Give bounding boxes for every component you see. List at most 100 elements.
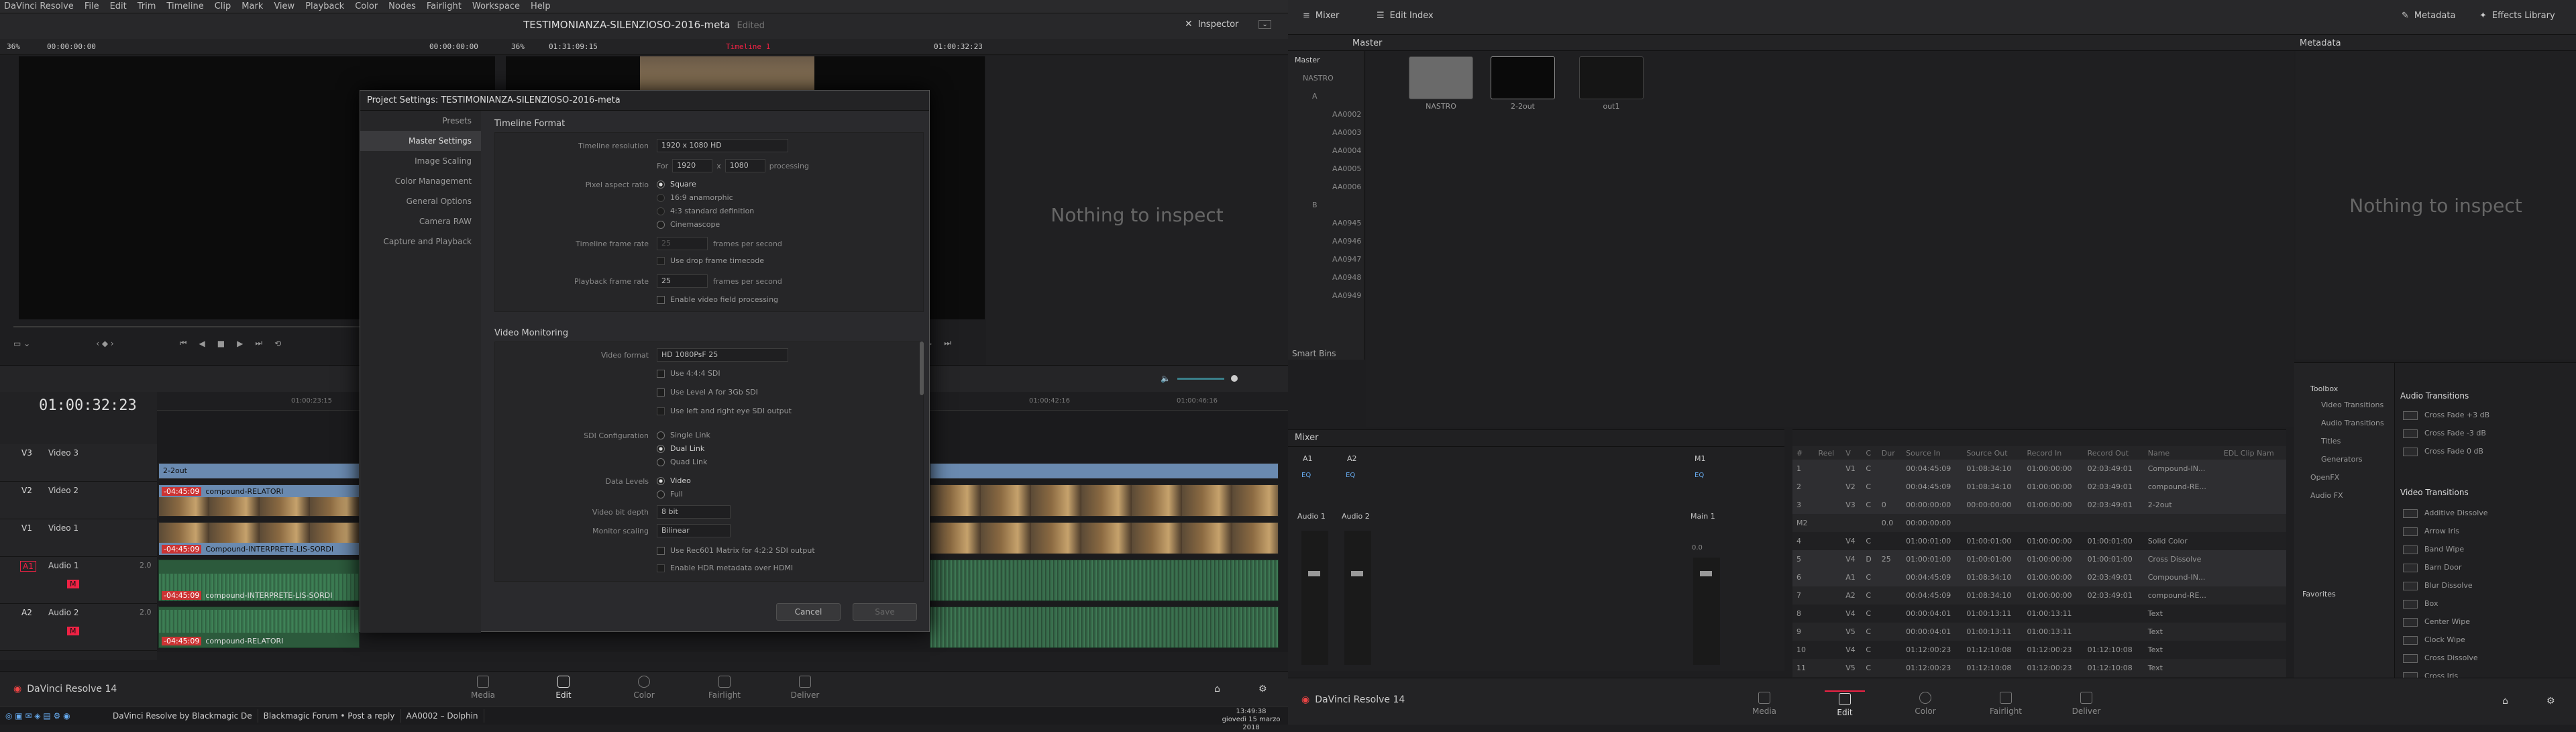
table-row[interactable]: 1 V1 C 00:04:45:09 01:08:34:10 01:00:00:00 02:…	[1792, 460, 2286, 478]
col-v[interactable]: V	[1841, 446, 1862, 460]
fx-cross-fade-plus3[interactable]: Cross Fade +3 dB	[2395, 406, 2576, 424]
bin-aa0946[interactable]: AA0946	[1288, 232, 1364, 250]
table-row[interactable]: 8 V4 C 00:00:04:01 01:00:13:11 01:00:13:11 Tex…	[1792, 605, 2286, 623]
fx-band-wipe[interactable]: Band Wipe	[2395, 540, 2576, 558]
col-number[interactable]: #	[1792, 446, 1815, 460]
clip-v3[interactable]: 2-2out	[158, 463, 360, 479]
bin-aa0005[interactable]: AA0005	[1288, 160, 1364, 178]
playback-frame-rate-select[interactable]: 25	[657, 274, 708, 288]
tab-color[interactable]: Color	[624, 676, 664, 700]
effects-library-toggle[interactable]: ✦ Effects Library	[2479, 11, 2555, 21]
sdi-quad-link[interactable]: Quad Link	[657, 456, 710, 469]
bin-b[interactable]: B	[1288, 196, 1364, 214]
menu-timeline[interactable]: Timeline	[166, 1, 203, 11]
menu-workspace[interactable]: Workspace	[472, 1, 520, 11]
pool-item-out1[interactable]: out1	[1579, 56, 1644, 111]
bin-aa0949[interactable]: AA0949	[1288, 286, 1364, 305]
clock[interactable]: 13:49:38 giovedì 15 marzo 2018	[1214, 708, 1288, 732]
fader-knob[interactable]	[1351, 571, 1363, 576]
clip-a2[interactable]: -04:45:09 compound-RELATORI	[158, 607, 360, 648]
table-row[interactable]: 10 V4 C 01:12:00:23 01:12:10:08 01:12:00:23 01…	[1792, 641, 2286, 659]
pool-item-2-2out[interactable]: 2-2out	[1491, 56, 1555, 111]
table-row[interactable]: 9 V5 C 00:00:04:01 01:00:13:11 01:00:13:11 Tex…	[1792, 623, 2286, 641]
bin-aa0948[interactable]: AA0948	[1288, 268, 1364, 286]
clip-a2-right[interactable]	[930, 607, 1279, 648]
dialog-scrollbar[interactable]	[920, 342, 924, 395]
clip-v2[interactable]: -04:45:09 compound-RELATORI	[158, 484, 360, 517]
launcher-icons[interactable]: ◎ ▣ ✉ ◈ ▤ ⚙ ◉	[0, 711, 107, 721]
category-audio-fx[interactable]: Audio FX	[2294, 491, 2394, 509]
right-viewer-zoom[interactable]: 36%	[511, 42, 525, 51]
home-icon[interactable]: ⌂	[1214, 684, 1220, 694]
tab-media[interactable]: Media	[1744, 692, 1784, 716]
nav-color-management[interactable]: Color Management	[360, 171, 481, 191]
pixel-aspect-cinemascope[interactable]: Cinemascope	[657, 218, 754, 231]
clip-v1-right[interactable]	[930, 522, 1279, 554]
table-row[interactable]: 2 V2 C 00:04:45:09 01:08:34:10 01:00:00:00 02:…	[1792, 478, 2286, 496]
tab-color[interactable]: Color	[1905, 692, 1945, 716]
tab-fairlight[interactable]: Fairlight	[704, 676, 745, 700]
edit-index-toggle[interactable]: ☰ Edit Index	[1377, 11, 1434, 21]
fx-arrow-iris[interactable]: Arrow Iris	[2395, 522, 2576, 540]
gear-icon[interactable]: ⚙	[1258, 684, 1267, 694]
col-record-in[interactable]: Record In	[2023, 446, 2084, 460]
col-record-out[interactable]: Record Out	[2083, 446, 2144, 460]
clip-v2-right[interactable]	[930, 484, 1279, 517]
toolbox-item[interactable]: Toolbox	[2294, 363, 2394, 401]
fader-a1[interactable]	[1301, 531, 1328, 665]
table-row[interactable]: 4 V4 C 01:00:01:00 01:00:01:00 01:00:00:00 01:…	[1792, 532, 2286, 550]
fx-box[interactable]: Box	[2395, 594, 2576, 613]
audio-volume[interactable]: 🔈	[1161, 374, 1238, 383]
fader-knob[interactable]	[1308, 571, 1320, 576]
sdi-dual-link[interactable]: Dual Link	[657, 442, 710, 456]
left-viewer-zoom[interactable]: 36%	[7, 42, 20, 51]
bin-a[interactable]: A	[1288, 87, 1364, 105]
fx-cross-fade-minus3[interactable]: Cross Fade -3 dB	[2395, 424, 2576, 442]
gear-icon[interactable]: ⚙	[2546, 696, 2555, 707]
use-level-a[interactable]: Use Level A for 3Gb SDI	[657, 386, 792, 399]
menu-help[interactable]: Help	[531, 1, 551, 11]
pixel-aspect-square[interactable]: Square	[657, 178, 696, 191]
fx-clock-wipe[interactable]: Clock Wipe	[2395, 631, 2576, 649]
table-row[interactable]: 6 A1 C 00:04:45:09 01:08:34:10 01:00:00:00 02:…	[1792, 568, 2286, 586]
nav-camera-raw[interactable]: Camera RAW	[360, 211, 481, 231]
fader-main[interactable]	[1693, 558, 1720, 665]
nav-image-scaling[interactable]: Image Scaling	[360, 151, 481, 171]
fx-cross-fade-0[interactable]: Cross Fade 0 dB	[2395, 442, 2576, 460]
table-row[interactable]: 5 V4 D 25 01:00:01:00 01:00:01:00 01:00:00:00 0…	[1792, 550, 2286, 568]
nav-general-options[interactable]: General Options	[360, 191, 481, 211]
tab-deliver[interactable]: Deliver	[785, 676, 825, 700]
eq-button[interactable]: EQ	[1346, 472, 1355, 479]
clip-v3-right[interactable]	[930, 463, 1279, 479]
bit-depth-select[interactable]: 8 bit	[657, 505, 731, 519]
favorites-item[interactable]: Favorites	[2294, 509, 2394, 598]
sdi-single-link[interactable]: Single Link	[657, 429, 710, 442]
menu-fairlight[interactable]: Fairlight	[427, 1, 462, 11]
pool-item-nastro[interactable]: NASTRO	[1409, 56, 1473, 111]
tab-edit[interactable]: Edit	[1825, 690, 1865, 717]
field-processing-checkbox[interactable]: Enable video field processing	[657, 293, 778, 307]
play-icon[interactable]: ▶	[237, 339, 243, 348]
rec601-checkbox[interactable]: Use Rec601 Matrix for 4:2:2 SDI output	[657, 544, 815, 558]
clip-a1-right[interactable]	[930, 560, 1279, 601]
fx-center-wipe[interactable]: Center Wipe	[2395, 613, 2576, 631]
timeline-name[interactable]: Timeline 1	[726, 42, 770, 51]
first-frame-icon[interactable]: ⏮	[180, 338, 187, 348]
last-frame-icon[interactable]: ⏭	[255, 338, 262, 348]
task-resolve[interactable]: DaVinci Resolve by Blackmagic De	[107, 709, 258, 723]
clip-v1[interactable]: -04:45:09 Compound-INTERPRETE-LIS-SORDI	[158, 522, 360, 555]
menu-file[interactable]: File	[85, 1, 99, 11]
fader-knob[interactable]	[1700, 571, 1712, 576]
home-icon[interactable]: ⌂	[2502, 696, 2508, 707]
nav-capture-playback[interactable]: Capture and Playback	[360, 231, 481, 252]
volume-slider[interactable]	[1177, 377, 1224, 380]
data-levels-full[interactable]: Full	[657, 488, 691, 501]
inspector-toggle[interactable]: ✕ Inspector ⌄	[1185, 19, 1271, 30]
metadata-toggle[interactable]: ✎ Metadata	[2402, 11, 2455, 21]
bin-nastro[interactable]: NASTRO	[1288, 69, 1364, 87]
stop-icon[interactable]: ■	[217, 339, 225, 348]
timeline-resolution-select[interactable]: 1920 x 1080 HD	[657, 139, 788, 152]
category-openfx[interactable]: OpenFX	[2294, 473, 2394, 491]
save-button[interactable]: Save	[853, 603, 917, 621]
col-reel[interactable]: Reel	[1814, 446, 1842, 460]
